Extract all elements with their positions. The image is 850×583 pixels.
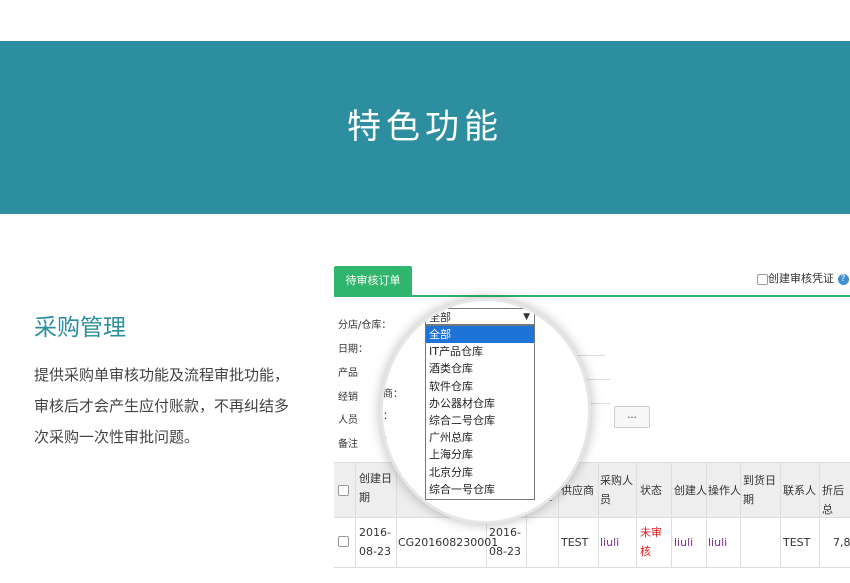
col-divider	[671, 463, 672, 568]
chevron-down-icon[interactable]: ▼	[523, 309, 530, 326]
feature-description: 提供采购单审核功能及流程审批功能， 审核后才会产生应付账款，不再纠结多 次采购一…	[34, 360, 324, 453]
cell-status: 未审核	[640, 526, 662, 558]
create-voucher-option[interactable]: 创建审核凭证 ?	[757, 270, 849, 286]
dropdown-option[interactable]: 广州总库	[426, 429, 534, 446]
dropdown-option[interactable]: 办公器材仓库	[426, 395, 534, 412]
cell-amount: 7,8	[833, 536, 850, 549]
mag-product-label: 品：	[380, 365, 383, 380]
cell-date: 2016-08-23	[489, 526, 521, 558]
dropdown-option[interactable]: 综合二号仓库	[426, 412, 534, 429]
header-created-date: 创建日期	[359, 472, 392, 504]
product-label: 产品	[338, 368, 358, 379]
tab-pending-orders[interactable]: 待审核订单	[334, 266, 412, 296]
date-label: 日期：	[338, 344, 368, 355]
help-icon[interactable]: ?	[837, 273, 849, 285]
header-arrival-date: 到货日期	[743, 474, 776, 506]
tab-underline	[334, 295, 850, 297]
dealer-label: 经销	[338, 392, 358, 403]
dropdown-option[interactable]: 综合一号仓库	[426, 481, 534, 498]
select-all-checkbox[interactable]	[338, 485, 349, 496]
dropdown-option[interactable]: 软件仓库	[426, 378, 534, 395]
col-divider	[598, 463, 599, 568]
header-creator: 创建人	[674, 484, 707, 497]
cell-supplier: TEST	[561, 536, 589, 549]
dropdown-option[interactable]: 全部	[426, 326, 534, 344]
note-label: 备注	[338, 439, 358, 450]
voucher-label: 创建审核凭证	[768, 272, 834, 285]
voucher-checkbox[interactable]	[757, 273, 768, 285]
dropdown-option[interactable]: 上海分库	[426, 446, 534, 463]
dropdown-option[interactable]: IT产品仓库	[426, 343, 534, 360]
magnifier-lens: 品： 经销商： 人员： 备注： 全部 ▼ 全部 IT产品仓库 酒类仓库 软件仓库…	[380, 298, 591, 524]
cell-operator: liuli	[708, 536, 728, 549]
row-divider	[334, 567, 850, 568]
col-divider	[396, 463, 397, 568]
mag-note-label: 备注：	[382, 435, 393, 446]
cell-contact: TEST	[783, 536, 811, 549]
feature-title: 采购管理	[34, 315, 126, 341]
mag-dealer-label: 经销商：	[382, 389, 403, 400]
cell-buyer: liuli	[600, 536, 620, 549]
mag-staff-label: 人员：	[382, 411, 393, 422]
store-label: 分店/仓库：	[338, 320, 392, 331]
store-dropdown: 全部 IT产品仓库 酒类仓库 软件仓库 办公器材仓库 综合二号仓库 广州总库 上…	[425, 325, 535, 500]
header-discount-total: 折后总	[822, 484, 844, 516]
row-checkbox[interactable]	[338, 536, 349, 547]
store-select[interactable]: 全部 ▼	[425, 308, 535, 325]
header-status: 状态	[640, 484, 662, 497]
col-divider	[819, 463, 820, 568]
col-divider	[355, 463, 356, 568]
header-operator: 操作人	[708, 484, 741, 497]
col-divider	[740, 463, 741, 568]
cell-creator: liuli	[674, 536, 694, 549]
store-select-value: 全部	[429, 311, 451, 324]
col-divider	[706, 463, 707, 568]
staff-label: 人员	[338, 415, 358, 426]
row-divider	[334, 517, 850, 518]
feature-desc-line: 次采购一次性审批问题。	[34, 428, 200, 446]
header-buyer: 采购人员	[600, 474, 633, 506]
col-divider	[636, 463, 637, 568]
cell-order-no[interactable]: CG201608230001	[398, 533, 498, 552]
staff-picker-button[interactable]: ...	[614, 406, 650, 428]
cell-created-date: 2016-08-23	[359, 526, 391, 558]
header-contact: 联系人	[783, 484, 816, 497]
col-divider	[780, 463, 781, 568]
banner-title: 特色功能	[347, 107, 503, 147]
dropdown-option[interactable]: 酒类仓库	[426, 360, 534, 377]
feature-desc-line: 审核后才会产生应付账款，不再纠结多	[34, 397, 290, 415]
feature-desc-line: 提供采购单审核功能及流程审批功能，	[34, 366, 290, 384]
dropdown-option[interactable]: 北京分库	[426, 464, 534, 481]
